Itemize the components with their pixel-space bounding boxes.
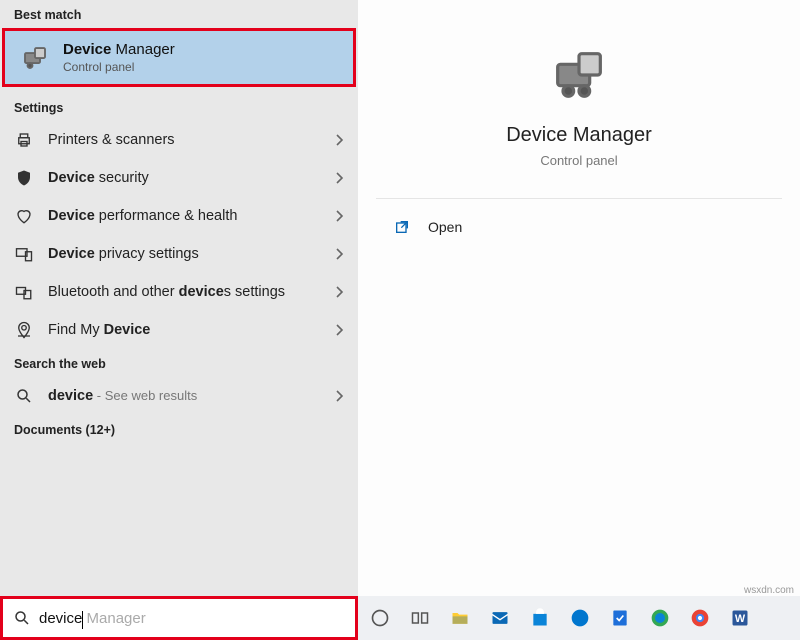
shield-icon [14, 168, 34, 188]
printer-icon [14, 130, 34, 150]
open-icon [394, 219, 412, 235]
chevron-right-icon [334, 389, 344, 403]
devices-icon [14, 244, 34, 264]
store-icon[interactable] [528, 606, 552, 630]
best-match-highlight: Device Manager Control panel [2, 28, 356, 87]
chevron-right-icon [334, 247, 344, 261]
dell-icon[interactable] [568, 606, 592, 630]
bluetooth-icon [14, 282, 34, 302]
device-manager-icon [19, 42, 51, 74]
search-input[interactable]: device Manager [39, 610, 345, 627]
chevron-right-icon [334, 323, 344, 337]
search-icon [14, 386, 34, 406]
watermark: wsxdn.com [744, 585, 794, 596]
documents-header: Documents (12+) [0, 415, 358, 443]
best-match-result[interactable]: Device Manager Control panel [5, 31, 353, 84]
chevron-right-icon [334, 171, 344, 185]
settings-item-bluetooth[interactable]: Bluetooth and other devices settings [0, 273, 358, 311]
open-action[interactable]: Open [376, 213, 782, 241]
location-icon [14, 320, 34, 340]
best-match-header: Best match [0, 0, 358, 28]
task-view-icon[interactable] [408, 606, 432, 630]
search-web-item[interactable]: device - See web results [0, 377, 358, 415]
search-box[interactable]: device Manager [0, 596, 358, 640]
best-match-title: Device Manager [63, 41, 175, 58]
chevron-right-icon [334, 285, 344, 299]
svg-text:W: W [735, 613, 746, 625]
settings-item-device-security[interactable]: Device security [0, 159, 358, 197]
preview-title: Device Manager [358, 124, 800, 147]
mail-icon[interactable] [488, 606, 512, 630]
preview-pane: Device Manager Control panel [358, 30, 800, 198]
chevron-right-icon [334, 133, 344, 147]
search-icon [13, 609, 31, 627]
text-caret [82, 611, 83, 629]
settings-item-find-my-device[interactable]: Find My Device [0, 311, 358, 349]
preview-subtitle: Control panel [358, 153, 800, 168]
file-explorer-icon[interactable] [448, 606, 472, 630]
chevron-right-icon [334, 209, 344, 223]
todo-icon[interactable] [608, 606, 632, 630]
taskbar: W [358, 596, 800, 640]
chrome-icon[interactable] [688, 606, 712, 630]
settings-item-printers[interactable]: Printers & scanners [0, 121, 358, 159]
cortana-icon[interactable] [368, 606, 392, 630]
heart-icon [14, 206, 34, 226]
edge-icon[interactable] [648, 606, 672, 630]
best-match-subtitle: Control panel [63, 60, 175, 74]
settings-header: Settings [0, 93, 358, 121]
settings-item-device-privacy[interactable]: Device privacy settings [0, 235, 358, 273]
settings-item-device-performance[interactable]: Device performance & health [0, 197, 358, 235]
device-manager-large-icon [544, 40, 614, 110]
word-icon[interactable]: W [728, 606, 752, 630]
search-web-header: Search the web [0, 349, 358, 377]
open-label: Open [428, 219, 462, 235]
